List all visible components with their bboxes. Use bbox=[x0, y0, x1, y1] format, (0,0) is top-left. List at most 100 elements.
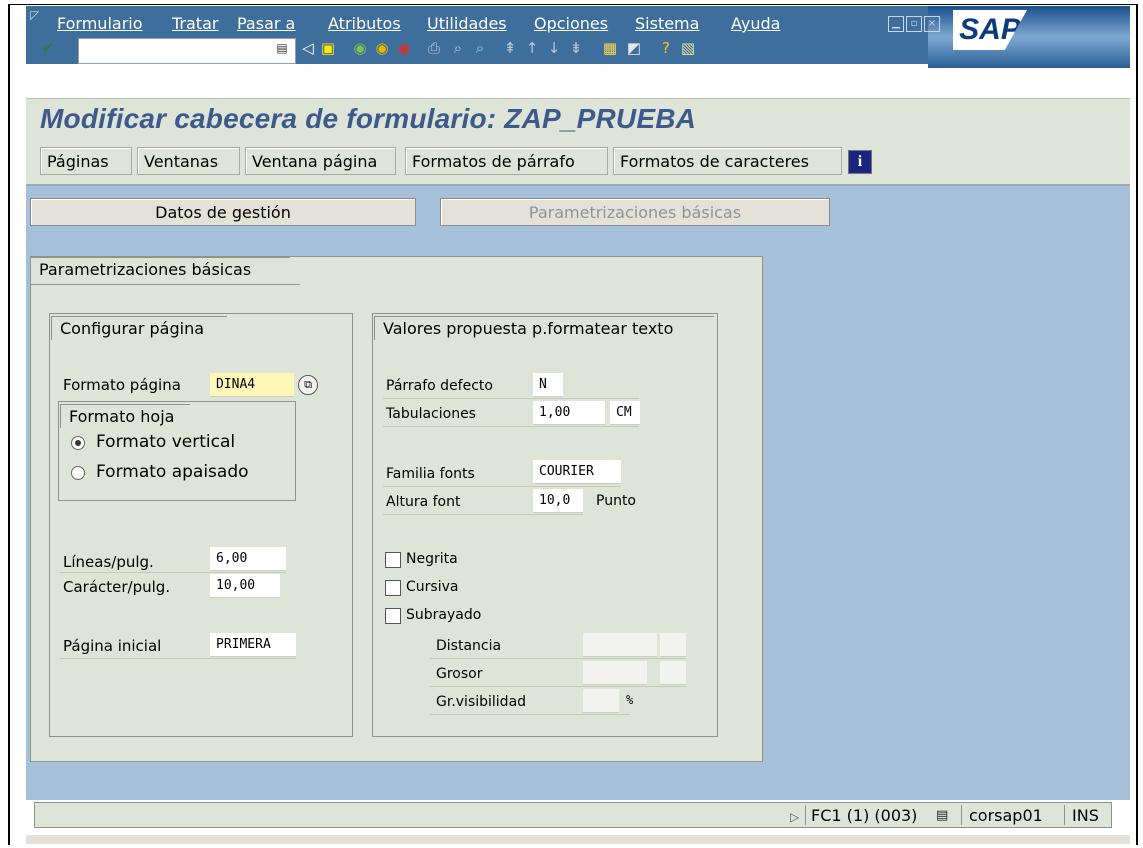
font-height-label: Altura font bbox=[386, 494, 461, 510]
status-bar bbox=[34, 802, 1112, 828]
formatos-caracteres-button[interactable]: Formatos de caracteres bbox=[613, 147, 842, 175]
bold-checkbox[interactable] bbox=[385, 552, 401, 568]
close-icon[interactable]: × bbox=[924, 16, 940, 32]
session-info-icon[interactable]: ▤ bbox=[936, 808, 948, 823]
underline-checkbox[interactable] bbox=[385, 608, 401, 624]
menu-utilidades[interactable]: Utilidades bbox=[427, 14, 507, 33]
maximize-icon[interactable]: ▫ bbox=[906, 16, 922, 32]
menu-sistema[interactable]: Sistema bbox=[635, 14, 699, 33]
status-expand-icon[interactable]: ▷ bbox=[790, 810, 799, 824]
page-format-field[interactable]: DINA4 bbox=[210, 373, 294, 397]
status-divider bbox=[961, 805, 962, 825]
previous-page-icon[interactable]: ↑ bbox=[522, 37, 542, 59]
formatos-parrafo-button[interactable]: Formatos de párrafo bbox=[405, 147, 608, 175]
row-divider bbox=[383, 398, 639, 399]
bottom-strip bbox=[26, 835, 1130, 844]
find-next-icon[interactable]: ⌕ bbox=[470, 37, 490, 59]
first-page-icon[interactable]: ⇞ bbox=[500, 37, 520, 59]
italic-checkbox[interactable] bbox=[385, 580, 401, 596]
back-arrow-icon[interactable]: ◁ bbox=[298, 37, 318, 59]
row-divider bbox=[383, 426, 639, 427]
help-icon[interactable]: ? bbox=[656, 37, 676, 59]
font-height-field[interactable]: 10,0 bbox=[533, 489, 583, 513]
print-icon[interactable]: ⎙ bbox=[424, 37, 444, 59]
paginas-button[interactable]: Páginas bbox=[40, 147, 132, 175]
distance-unit-field[interactable] bbox=[660, 633, 686, 657]
menu-tratar[interactable]: Tratar bbox=[172, 14, 218, 33]
bold-label: Negrita bbox=[406, 551, 458, 567]
row-divider bbox=[430, 714, 630, 715]
landscape-label: Formato apaisado bbox=[96, 462, 249, 482]
row-divider bbox=[430, 686, 686, 687]
cancel-icon[interactable]: ◉ bbox=[394, 37, 414, 59]
status-divider bbox=[1064, 805, 1065, 825]
underline-label: Subrayado bbox=[406, 607, 482, 623]
create-session-icon[interactable]: ▦ bbox=[600, 37, 620, 59]
chars-per-inch-label: Carácter/pulg. bbox=[63, 578, 171, 596]
status-server: corsap01 bbox=[969, 806, 1043, 825]
panel-divider bbox=[30, 284, 300, 285]
page-format-label: Formato página bbox=[63, 376, 181, 394]
distance-field[interactable] bbox=[583, 633, 657, 657]
font-height-unit: Punto bbox=[596, 493, 636, 509]
minimize-icon[interactable]: ▁ bbox=[888, 16, 904, 32]
italic-label: Cursiva bbox=[406, 579, 459, 595]
page-title: Modificar cabecera de formulario: ZAP_PR… bbox=[40, 103, 697, 134]
lines-label-text: Líneas/pulg. bbox=[63, 553, 154, 571]
ventana-pagina-button[interactable]: Ventana página bbox=[245, 147, 396, 175]
landscape-radio[interactable] bbox=[71, 466, 85, 480]
font-family-label: Familia fonts bbox=[386, 466, 475, 482]
save-icon[interactable]: ▣ bbox=[318, 37, 338, 59]
sheet-format-title: Formato hoja bbox=[60, 404, 190, 428]
row-divider bbox=[430, 658, 686, 659]
status-session: FC1 (1) (003) bbox=[811, 806, 918, 825]
menu-opciones[interactable]: Opciones bbox=[534, 14, 608, 33]
first-page-label: Página inicial bbox=[63, 637, 162, 655]
menu-formulario[interactable]: Formulario bbox=[57, 14, 143, 33]
tabs-unit-field[interactable]: CM bbox=[610, 401, 640, 425]
datos-gestion-button[interactable]: Datos de gestión bbox=[30, 198, 416, 226]
paragraph-field[interactable]: N bbox=[533, 373, 563, 397]
menu-ayuda[interactable]: Ayuda bbox=[731, 14, 780, 33]
visibility-unit: % bbox=[626, 693, 634, 707]
chars-per-inch-field[interactable]: 10,00 bbox=[210, 574, 280, 598]
tabs-field[interactable]: 1,00 bbox=[533, 401, 605, 425]
info-icon[interactable]: i bbox=[848, 150, 872, 174]
visibility-field[interactable] bbox=[583, 689, 619, 713]
font-family-field[interactable]: COURIER bbox=[533, 460, 621, 484]
paragraph-label: Párrafo defecto bbox=[386, 378, 493, 394]
ventanas-button[interactable]: Ventanas bbox=[137, 147, 240, 175]
enter-icon[interactable]: ✔ bbox=[38, 37, 58, 59]
system-menu-icon[interactable]: ◸ bbox=[30, 8, 39, 22]
exit-icon[interactable]: ◉ bbox=[372, 37, 392, 59]
menu-pasar-a[interactable]: Pasar a bbox=[237, 14, 295, 33]
back-icon[interactable]: ◉ bbox=[350, 37, 370, 59]
thickness-field[interactable] bbox=[583, 661, 647, 685]
status-mode: INS bbox=[1072, 806, 1099, 825]
thickness-unit-field[interactable] bbox=[660, 661, 686, 685]
portrait-label: Formato vertical bbox=[96, 432, 236, 452]
menu-atributos[interactable]: Atributos bbox=[328, 14, 401, 33]
row-divider bbox=[60, 572, 286, 573]
last-page-icon[interactable]: ⇟ bbox=[566, 37, 586, 59]
search-help-icon[interactable]: ⧉ bbox=[298, 375, 318, 395]
shortcut-icon[interactable]: ◩ bbox=[624, 37, 644, 59]
row-divider bbox=[383, 486, 621, 487]
command-field[interactable] bbox=[78, 38, 296, 64]
parametrizaciones-basicas-button[interactable]: Parametrizaciones básicas bbox=[440, 198, 830, 226]
row-divider bbox=[383, 514, 583, 515]
portrait-radio[interactable] bbox=[71, 436, 85, 450]
next-page-icon[interactable]: ↓ bbox=[544, 37, 564, 59]
layout-icon[interactable]: ▧ bbox=[678, 37, 698, 59]
visibility-label: Gr.visibilidad bbox=[436, 694, 527, 710]
first-page-field[interactable]: PRIMERA bbox=[210, 633, 296, 657]
page-config-title: Configurar página bbox=[51, 316, 227, 340]
row-divider bbox=[60, 658, 296, 659]
status-divider bbox=[805, 805, 806, 825]
command-history-icon[interactable]: ▤ bbox=[272, 37, 292, 59]
thickness-label: Grosor bbox=[436, 666, 483, 682]
panel-title: Parametrizaciones básicas bbox=[30, 257, 290, 281]
text-defaults-title: Valores propuesta p.formatear texto bbox=[374, 316, 714, 340]
find-icon[interactable]: ⌕ bbox=[448, 37, 468, 59]
lines-per-inch-field[interactable]: 6,00 bbox=[210, 547, 286, 571]
